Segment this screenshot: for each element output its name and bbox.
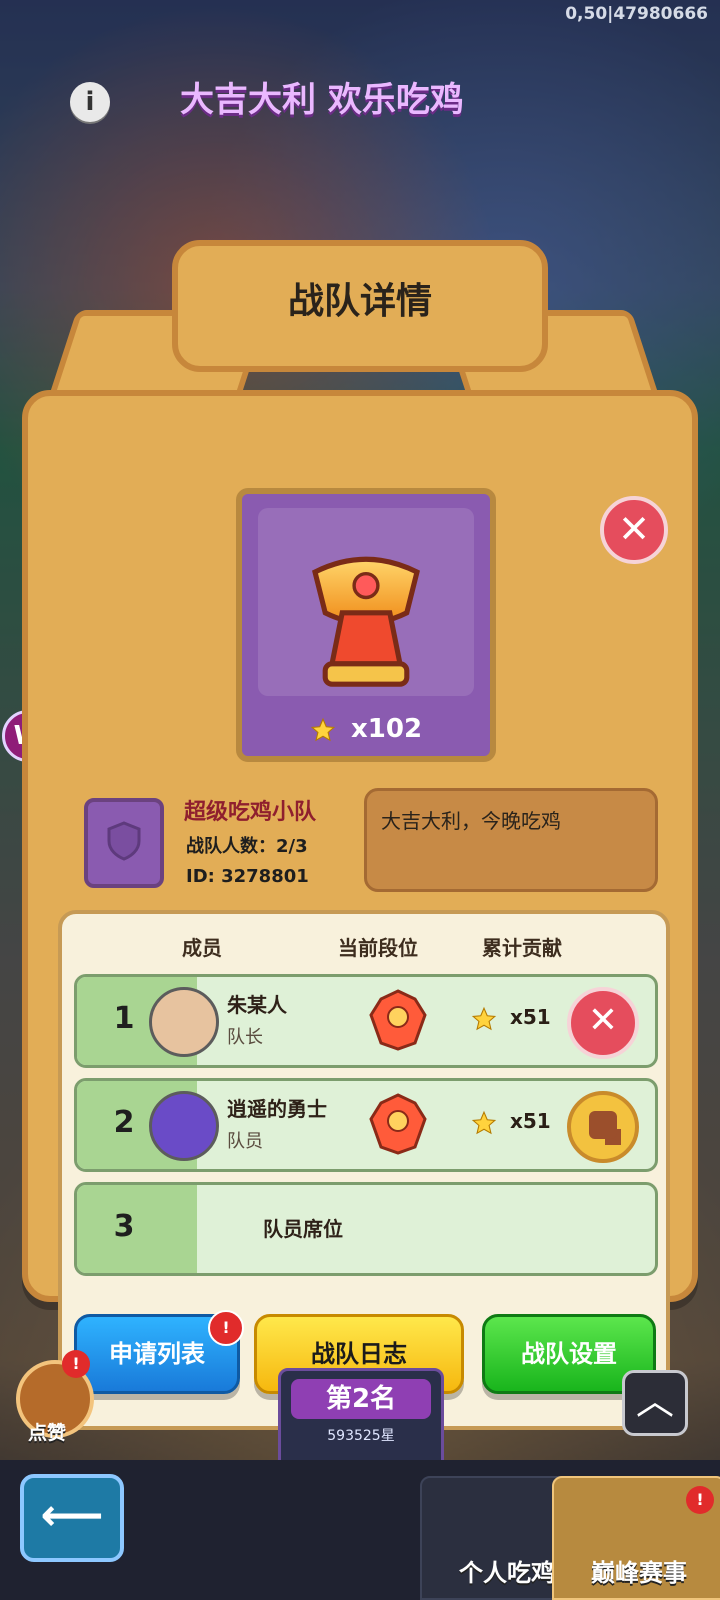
rank-badge-icon bbox=[369, 989, 427, 1051]
event-title: 大吉大利 欢乐吃鸡 bbox=[180, 80, 464, 120]
member-contribution-text: x51 bbox=[509, 1109, 551, 1133]
avatar[interactable] bbox=[149, 1091, 219, 1161]
boot-icon[interactable] bbox=[567, 1091, 639, 1163]
header-contribution: 累计贡献 bbox=[482, 936, 562, 960]
kick-member-close-icon[interactable]: ✕ bbox=[567, 987, 639, 1059]
alert-icon: ! bbox=[62, 1350, 90, 1378]
tab-label: 巅峰赛事 bbox=[591, 1559, 687, 1587]
member-contribution: x51 bbox=[471, 1005, 551, 1032]
header-rank: 当前段位 bbox=[338, 936, 418, 960]
team-flag bbox=[84, 798, 164, 888]
empty-slot-label: 队员席位 bbox=[263, 1217, 343, 1241]
banner-star-count: x102 bbox=[242, 714, 490, 744]
team-motto-box: 大吉大利，今晚吃鸡 bbox=[364, 788, 658, 892]
star-icon bbox=[471, 1110, 497, 1134]
member-row-3: 3 队员席位 bbox=[74, 1182, 658, 1276]
modal-header: 战队详情 bbox=[172, 240, 548, 372]
member-contribution-text: x51 bbox=[509, 1005, 551, 1029]
team-id: ID: 3278801 bbox=[186, 866, 309, 887]
avatar[interactable] bbox=[149, 987, 219, 1057]
team-details-modal: 战队详情 ✕ x102 超级吃鸡小队 战队人数：2/3 ID: 3278801 … bbox=[22, 240, 698, 1430]
member-contribution: x51 bbox=[471, 1109, 551, 1136]
members-panel: 成员 当前段位 累计贡献 1 朱某人 队长 x51 ✕ 2 逍遥的勇士 队员 x… bbox=[58, 910, 670, 1430]
chevron-up-icon[interactable]: ︿ bbox=[622, 1370, 688, 1436]
members-header: 成员 当前段位 累计贡献 bbox=[62, 932, 666, 960]
star-icon bbox=[471, 1006, 497, 1030]
member-index: 1 bbox=[113, 1001, 135, 1036]
shield-icon bbox=[107, 821, 141, 861]
close-icon[interactable]: ✕ bbox=[600, 496, 668, 564]
member-name: 逍遥的勇士 bbox=[227, 1097, 327, 1121]
tab-peak-events[interactable]: ! 巅峰赛事 bbox=[552, 1476, 720, 1600]
member-row-1: 1 朱某人 队长 x51 ✕ bbox=[74, 974, 658, 1068]
team-name: 超级吃鸡小队 bbox=[184, 800, 317, 825]
like-label: 点赞 bbox=[28, 1422, 67, 1444]
info-icon[interactable]: i bbox=[70, 82, 110, 122]
member-index: 3 bbox=[113, 1209, 135, 1244]
member-index: 2 bbox=[113, 1105, 135, 1140]
member-row-2: 2 逍遥的勇士 队员 x51 bbox=[74, 1078, 658, 1172]
rank-title: 第2名 bbox=[291, 1379, 431, 1419]
team-member-count: 战队人数：2/3 bbox=[186, 836, 308, 857]
top-info: 0,50|47980666 bbox=[565, 4, 708, 24]
member-name: 朱某人 bbox=[227, 993, 287, 1017]
rank-badge-icon bbox=[369, 1093, 427, 1155]
team-motto: 大吉大利，今晚吃鸡 bbox=[381, 809, 561, 833]
header-members: 成员 bbox=[182, 936, 222, 960]
team-banner: x102 bbox=[236, 488, 496, 762]
alert-icon: ! bbox=[686, 1486, 714, 1514]
member-role: 队长 bbox=[227, 1027, 263, 1048]
star-icon bbox=[310, 717, 336, 741]
banner-star-count-text: x102 bbox=[351, 714, 423, 744]
trophy-icon bbox=[312, 556, 420, 687]
back-arrow-icon[interactable]: ⟵ bbox=[20, 1474, 124, 1562]
rank-box: 第2名 593525星 bbox=[278, 1368, 444, 1470]
rank-stars: 593525星 bbox=[327, 1428, 395, 1444]
alert-icon: ! bbox=[208, 1310, 244, 1346]
modal-body: ✕ x102 超级吃鸡小队 战队人数：2/3 ID: 3278801 大吉大利，… bbox=[22, 390, 698, 1430]
modal-title: 战队详情 bbox=[287, 281, 432, 322]
member-role: 队员 bbox=[227, 1131, 263, 1152]
boot-shape bbox=[589, 1111, 617, 1139]
